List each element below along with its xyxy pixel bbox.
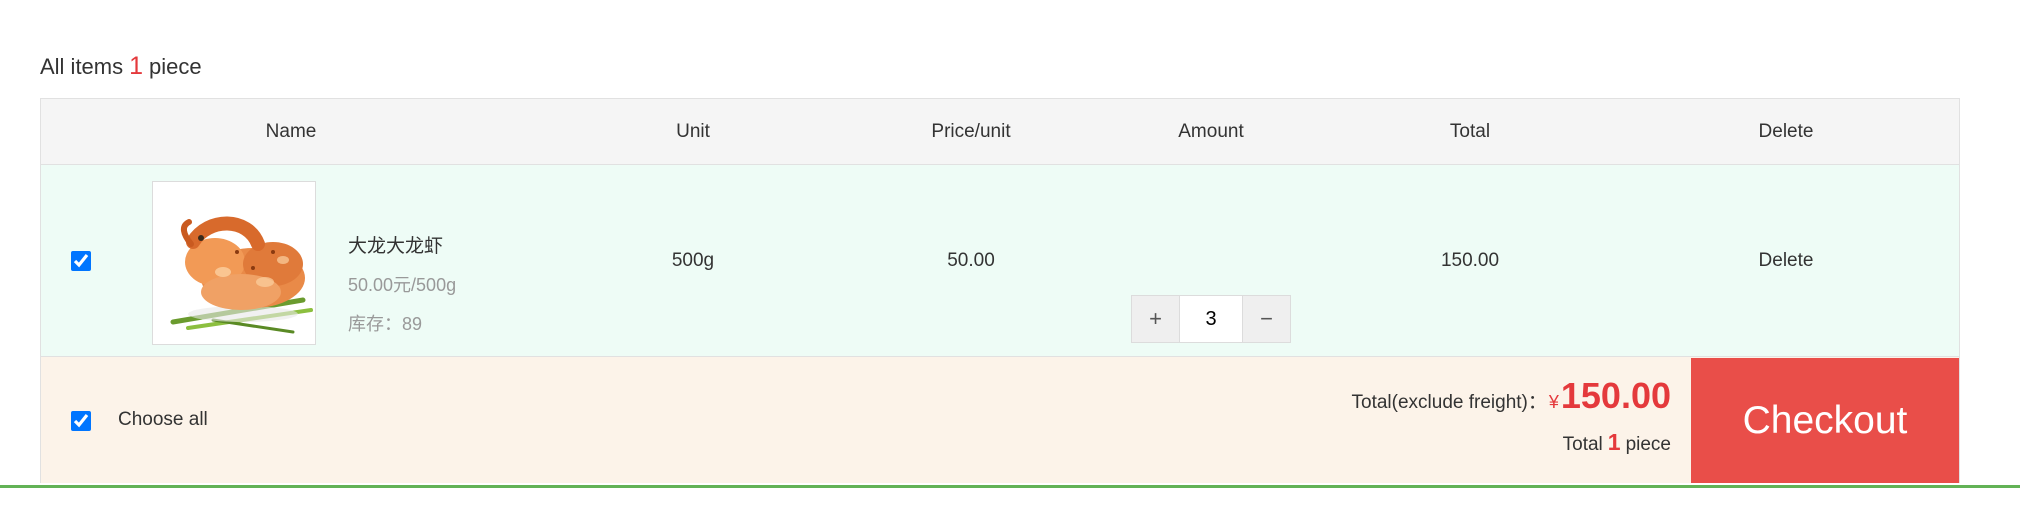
- item-total: 150.00: [1440, 250, 1500, 271]
- checkout-button[interactable]: Checkout: [1691, 358, 1959, 483]
- total-count: 1: [1607, 429, 1621, 455]
- decrease-button[interactable]: −: [1243, 296, 1290, 342]
- product-stock: 库存：89: [348, 314, 423, 334]
- bottom-divider: [0, 485, 2020, 488]
- quantity-stepper: + −: [1131, 295, 1291, 343]
- quantity-input[interactable]: [1179, 296, 1243, 342]
- column-price: Price/unit: [931, 121, 1011, 142]
- count-suffix: piece: [1625, 434, 1671, 455]
- shrimp-image: [153, 182, 315, 344]
- column-total: Total: [1449, 121, 1491, 142]
- item-checkbox[interactable]: [71, 251, 91, 271]
- cart-summary: All items 1 piece: [40, 52, 202, 81]
- table-row: 大龙大龙虾 50.00元/500g 库存：89 500g 50.00 + − 1…: [41, 165, 1959, 357]
- table-header: Name Unit Price/unit Amount Total Delete: [41, 99, 1959, 165]
- item-unit: 500g: [671, 250, 715, 271]
- product-info: 大龙大龙虾 50.00元/500g 库存：89: [348, 231, 456, 336]
- total-count-line: Total 1 piece: [1352, 429, 1671, 456]
- select-all-checkbox[interactable]: [71, 411, 91, 431]
- product-title[interactable]: 大龙大龙虾: [348, 231, 456, 258]
- count-prefix: Total: [1562, 434, 1603, 455]
- cart-footer: Choose all Total(exclude freight)： ¥150.0…: [41, 357, 1959, 483]
- product-price-line: 50.00元/500g: [348, 275, 457, 295]
- select-all-label[interactable]: Choose all: [118, 409, 208, 431]
- cart-table: Name Unit Price/unit Amount Total Delete: [40, 98, 1960, 483]
- total-price-line: Total(exclude freight)： ¥150.00: [1352, 375, 1672, 417]
- column-amount: Amount: [1178, 121, 1244, 142]
- cart-page: All items 1 piece Name Unit Price/unit Amo…: [0, 0, 2020, 518]
- summary-prefix: All items: [40, 54, 124, 79]
- delete-item-button[interactable]: Delete: [1759, 165, 1814, 357]
- total-amount: 150.00: [1560, 375, 1671, 416]
- item-price: 50.00: [947, 250, 995, 271]
- total-label: Total(exclude freight)：: [1351, 392, 1547, 413]
- column-name: Name: [265, 121, 317, 142]
- product-image[interactable]: [152, 181, 316, 345]
- summary-count: 1: [129, 52, 144, 80]
- totals-panel: Total(exclude freight)： ¥150.00 Total 1 pie…: [1352, 375, 1672, 456]
- summary-suffix: piece: [149, 54, 202, 79]
- increase-button[interactable]: +: [1132, 296, 1179, 342]
- currency-symbol: ¥: [1548, 392, 1559, 412]
- column-delete: Delete: [1758, 121, 1814, 142]
- column-unit: Unit: [676, 121, 710, 142]
